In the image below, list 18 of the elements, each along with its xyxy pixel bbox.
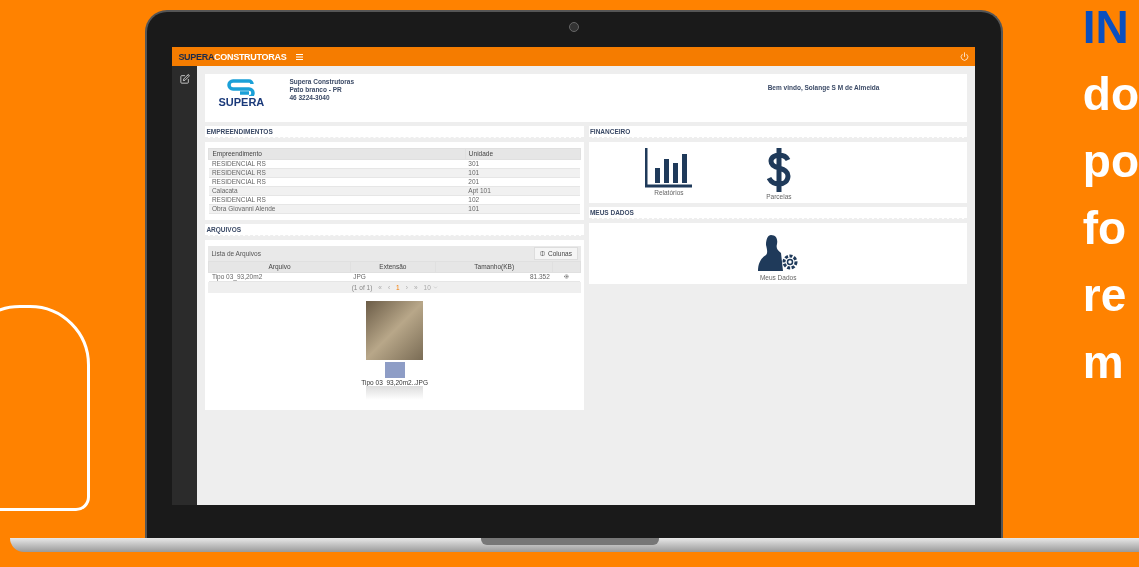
photo-placeholder <box>366 301 424 360</box>
promo-text: po <box>1082 134 1139 189</box>
camera-icon <box>568 22 579 32</box>
brand-logo: SUPERACONSTRUTORAS <box>178 51 287 62</box>
promo-text: fo <box>1082 201 1128 256</box>
dollar-icon <box>766 148 791 192</box>
bar-chart-icon <box>644 148 693 188</box>
logo-mark-icon <box>226 78 257 96</box>
columns-icon <box>540 251 546 256</box>
promo-text: IN <box>1082 0 1130 55</box>
thumbnail-placeholder[interactable] <box>384 362 405 378</box>
edit-icon[interactable] <box>179 74 190 84</box>
logo-text: SUPERA <box>218 96 265 108</box>
power-icon[interactable] <box>960 52 970 61</box>
menu-icon[interactable] <box>296 53 304 60</box>
promo-text: re <box>1082 268 1128 323</box>
promo-text: m <box>1082 335 1125 390</box>
promo-text: do <box>1082 67 1139 122</box>
